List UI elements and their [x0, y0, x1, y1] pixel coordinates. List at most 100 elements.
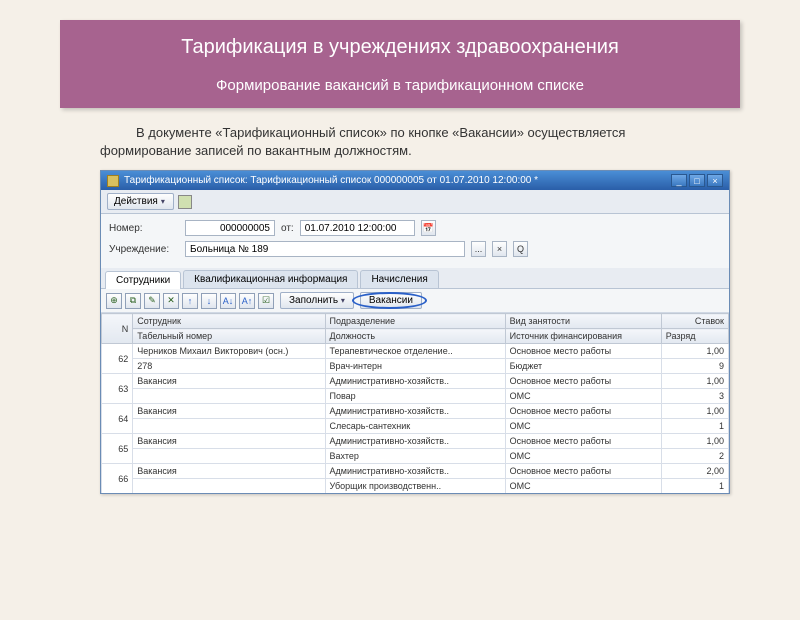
- titlebar: Тарификационный список: Тарификационный …: [101, 171, 729, 190]
- cell-grade: 1: [661, 479, 728, 494]
- col-source[interactable]: Источник финансирования: [505, 329, 661, 344]
- move-down-icon[interactable]: ↓: [201, 293, 217, 309]
- grid-toolbar: ⊕ ⧉ ✎ ✕ ↑ ↓ A↓ A↑ ☑ Заполнить ▾ Вакансии: [101, 289, 729, 313]
- employees-table: N Сотрудник Подразделение Вид занятости …: [101, 313, 729, 493]
- cell-rate: 1,00: [661, 374, 728, 389]
- calendar-icon[interactable]: 📅: [421, 220, 436, 236]
- label-ot: от:: [281, 223, 294, 234]
- cell-grade: 1: [661, 419, 728, 434]
- sort-asc-icon[interactable]: A↓: [220, 293, 236, 309]
- cell-source: ОМС: [505, 479, 661, 494]
- col-n[interactable]: N: [102, 314, 133, 344]
- cell-department: Административно-хозяйств..: [325, 404, 505, 419]
- cell-rate: 1,00: [661, 404, 728, 419]
- cell-position: Уборщик производственн..: [325, 479, 505, 494]
- cell-tabnum: [133, 449, 325, 464]
- cell-employee: Вакансия: [133, 374, 325, 389]
- edit-row-icon[interactable]: ✎: [144, 293, 160, 309]
- vacancies-button[interactable]: Вакансии: [360, 292, 422, 309]
- maximize-button[interactable]: □: [689, 174, 705, 187]
- cell-position: Повар: [325, 389, 505, 404]
- col-position[interactable]: Должность: [325, 329, 505, 344]
- selection-icon[interactable]: ☑: [258, 293, 274, 309]
- cell-source: Бюджет: [505, 359, 661, 374]
- col-tabnum[interactable]: Табельный номер: [133, 329, 325, 344]
- cell-employment: Основное место работы: [505, 404, 661, 419]
- cell-position: Слесарь-сантехник: [325, 419, 505, 434]
- main-toolbar: Действия ▾: [101, 190, 729, 214]
- date-input[interactable]: [300, 220, 415, 236]
- cell-rate: 2,00: [661, 464, 728, 479]
- close-button[interactable]: ×: [707, 174, 723, 187]
- cell-tabnum: [133, 389, 325, 404]
- org-input[interactable]: [185, 241, 465, 257]
- cell-tabnum: [133, 479, 325, 494]
- table-row[interactable]: ПоварОМС3: [102, 389, 729, 404]
- cell-n: 63: [102, 374, 133, 404]
- add-row-icon[interactable]: ⊕: [106, 293, 122, 309]
- toolbar-icon[interactable]: [178, 195, 192, 209]
- title-block: Тарификация в учреждениях здравоохранени…: [60, 20, 740, 108]
- col-grade[interactable]: Разряд: [661, 329, 728, 344]
- fill-button[interactable]: Заполнить ▾: [280, 292, 354, 309]
- col-department[interactable]: Подразделение: [325, 314, 505, 329]
- cell-department: Терапевтическое отделение..: [325, 344, 505, 359]
- delete-row-icon[interactable]: ✕: [163, 293, 179, 309]
- clear-button[interactable]: ×: [492, 241, 507, 257]
- tab-accruals[interactable]: Начисления: [360, 270, 438, 288]
- open-button[interactable]: Q: [513, 241, 528, 257]
- table-row[interactable]: ВахтерОМС2: [102, 449, 729, 464]
- cell-grade: 3: [661, 389, 728, 404]
- cell-grade: 9: [661, 359, 728, 374]
- table-row[interactable]: 64ВакансияАдминистративно-хозяйств..Осно…: [102, 404, 729, 419]
- cell-grade: 2: [661, 449, 728, 464]
- cell-rate: 1,00: [661, 344, 728, 359]
- move-up-icon[interactable]: ↑: [182, 293, 198, 309]
- chevron-down-icon: ▾: [161, 197, 165, 206]
- cell-n: 62: [102, 344, 133, 374]
- cell-employee: Вакансия: [133, 464, 325, 479]
- cell-tabnum: [133, 419, 325, 434]
- cell-rate: 1,00: [661, 434, 728, 449]
- number-input[interactable]: [185, 220, 275, 236]
- table-row[interactable]: Уборщик производственн..ОМС1: [102, 479, 729, 494]
- col-rate[interactable]: Ставок: [661, 314, 728, 329]
- chevron-down-icon: ▾: [341, 296, 345, 305]
- sort-desc-icon[interactable]: A↑: [239, 293, 255, 309]
- cell-source: ОМС: [505, 419, 661, 434]
- grid[interactable]: N Сотрудник Подразделение Вид занятости …: [101, 313, 729, 493]
- cell-employment: Основное место работы: [505, 344, 661, 359]
- col-employee[interactable]: Сотрудник: [133, 314, 325, 329]
- cell-position: Вахтер: [325, 449, 505, 464]
- lookup-button[interactable]: ...: [471, 241, 486, 257]
- window-buttons: _ □ ×: [671, 174, 723, 187]
- table-row[interactable]: 278Врач-интернБюджет9: [102, 359, 729, 374]
- col-employment[interactable]: Вид занятости: [505, 314, 661, 329]
- tab-employees[interactable]: Сотрудники: [105, 271, 181, 289]
- slide-body-text: В документе «Тарификационный список» по …: [100, 124, 720, 160]
- cell-department: Административно-хозяйств..: [325, 374, 505, 389]
- tab-qualification[interactable]: Квалификационная информация: [183, 270, 358, 288]
- table-row[interactable]: 66ВакансияАдминистративно-хозяйств..Осно…: [102, 464, 729, 479]
- cell-employee: Вакансия: [133, 434, 325, 449]
- form-area: Номер: от: 📅 Учреждение: ... × Q: [101, 214, 729, 268]
- actions-menu[interactable]: Действия ▾: [107, 193, 174, 210]
- table-row[interactable]: 63ВакансияАдминистративно-хозяйств..Осно…: [102, 374, 729, 389]
- cell-source: ОМС: [505, 389, 661, 404]
- slide-title: Тарификация в учреждениях здравоохранени…: [84, 36, 716, 59]
- label-org: Учреждение:: [109, 244, 179, 255]
- cell-employee: Вакансия: [133, 404, 325, 419]
- table-row[interactable]: Слесарь-сантехникОМС1: [102, 419, 729, 434]
- cell-source: ОМС: [505, 449, 661, 464]
- slide: Тарификация в учреждениях здравоохранени…: [0, 20, 800, 620]
- table-row[interactable]: 62Черников Михаил Викторович (осн.)Терап…: [102, 344, 729, 359]
- cell-position: Врач-интерн: [325, 359, 505, 374]
- cell-department: Административно-хозяйств..: [325, 464, 505, 479]
- tabs: Сотрудники Квалификационная информация Н…: [101, 268, 729, 289]
- minimize-button[interactable]: _: [671, 174, 687, 187]
- actions-label: Действия: [114, 196, 158, 207]
- table-row[interactable]: 65ВакансияАдминистративно-хозяйств..Осно…: [102, 434, 729, 449]
- cell-employment: Основное место работы: [505, 374, 661, 389]
- copy-row-icon[interactable]: ⧉: [125, 293, 141, 309]
- cell-n: 65: [102, 434, 133, 464]
